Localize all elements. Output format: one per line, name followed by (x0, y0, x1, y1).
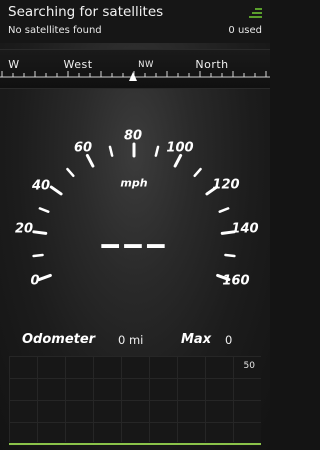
gauge-minor-tick (224, 253, 236, 258)
gauge-major-tick (173, 153, 183, 168)
speed-history-graph: 50 (9, 356, 261, 446)
gauge-label-40: 40 (31, 178, 51, 194)
gps-status-header: Searching for satellites No satellites f… (0, 0, 270, 43)
gauge-minor-tick (38, 207, 50, 213)
gauge-label-20: 20 (14, 221, 34, 237)
gauge-major-tick (37, 273, 52, 282)
gauge-major-tick (32, 230, 48, 235)
gps-status-title: Searching for satellites (8, 4, 164, 20)
gps-speedometer-screen: Searching for satellites No satellites f… (0, 0, 270, 450)
odometer-label: Odometer (22, 332, 96, 347)
odometer-value: 0 mi (118, 333, 144, 347)
compass-label-west: West (63, 58, 93, 71)
gauge-label-0: 0 (30, 273, 40, 289)
gauge-minor-tick (154, 145, 160, 157)
gauge-major-tick (49, 185, 63, 196)
speed-unit-label: mph (120, 176, 148, 190)
gauge-major-tick (85, 153, 95, 168)
graph-max-label: 50 (243, 361, 255, 371)
compass-label-w: W (8, 58, 20, 71)
gauge-minor-tick (66, 167, 75, 178)
trip-stats-row: Odometer 0 mi Max 0 (0, 326, 270, 354)
current-speed-readout: ‒‒‒ (99, 227, 169, 263)
satellite-status-text: No satellites found (8, 25, 102, 36)
gauge-label-80: 80 (123, 128, 143, 144)
gauge-minor-tick (218, 207, 230, 213)
gauge-minor-tick (32, 253, 44, 258)
speed-history-grid (9, 356, 261, 445)
compass-label-north: North (195, 58, 229, 71)
gauge-label-120: 120 (212, 177, 240, 193)
compass-scale (0, 71, 270, 81)
compass-label-nw: NW (138, 60, 154, 70)
max-speed-value: 0 (225, 333, 233, 347)
gauge-minor-tick (193, 167, 202, 178)
compass-strip: W West NW North (0, 49, 270, 89)
gauge-label-100: 100 (166, 140, 194, 156)
speedometer-gauge: 0 20 40 60 80 100 120 140 160 mph ‒‒‒ (0, 95, 270, 320)
gauge-label-140: 140 (231, 221, 259, 237)
gauge-label-160: 160 (222, 273, 250, 289)
satellites-used-count: 0 used (228, 25, 262, 36)
gauge-label-60: 60 (73, 140, 93, 156)
max-speed-label: Max (181, 332, 212, 347)
signal-strength-icon (249, 8, 262, 18)
gauge-minor-tick (108, 145, 114, 157)
